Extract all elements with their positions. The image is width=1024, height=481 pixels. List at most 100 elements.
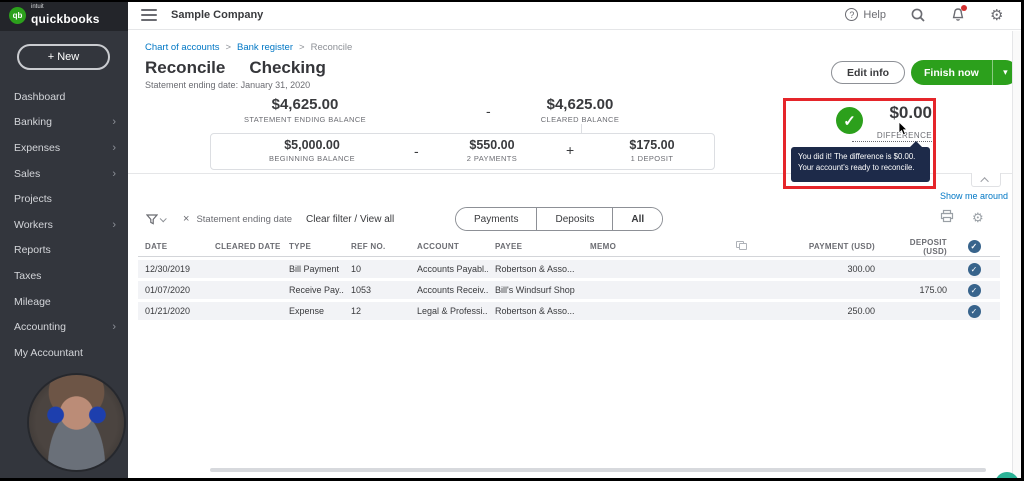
- column-header-deposit-usd[interactable]: DEPOSIT (USD): [877, 238, 949, 256]
- sidebar-item-reports[interactable]: Reports: [0, 238, 128, 264]
- horizontal-scrollbar[interactable]: [210, 468, 986, 472]
- sidebar-item-my-accountant[interactable]: My Accountant: [0, 340, 128, 366]
- sidebar-item-taxes[interactable]: Taxes: [0, 263, 128, 289]
- mouse-cursor: [898, 121, 909, 141]
- cell-account: Accounts Receiv...: [417, 285, 488, 295]
- webcam-overlay: [29, 375, 124, 470]
- tab-payments[interactable]: Payments: [456, 208, 538, 230]
- column-header-type[interactable]: TYPE: [282, 242, 344, 251]
- cleared-balance-label: CLEARED BALANCE: [540, 115, 620, 124]
- cell-ref-no: 1053: [351, 285, 372, 295]
- finish-now-split-button[interactable]: Finish now ▾: [911, 60, 1018, 85]
- hamburger-menu-icon[interactable]: [141, 8, 157, 21]
- table-settings-gear-icon[interactable]: ⚙: [972, 209, 986, 225]
- edit-info-button[interactable]: Edit info: [831, 61, 905, 84]
- table-row[interactable]: 12/30/2019 Bill Payment 10 Accounts Payabl.…: [138, 260, 1000, 278]
- notifications-bell-icon[interactable]: [950, 4, 967, 23]
- statement-ending-balance-label: STATEMENT ENDING BALANCE: [243, 115, 367, 124]
- minus-operator: -: [414, 143, 419, 159]
- brand-name: quickbooks: [31, 12, 100, 26]
- cell-ref-no: 12: [351, 306, 362, 316]
- brand-prefix: intuit: [31, 4, 44, 10]
- reconciled-check-icon[interactable]: ✓: [967, 304, 981, 318]
- new-button[interactable]: + New: [17, 44, 110, 70]
- copy-icon[interactable]: [736, 241, 747, 250]
- breadcrumb-reconcile: Reconcile: [310, 42, 353, 53]
- sidebar-item-dashboard[interactable]: Dashboard: [0, 84, 128, 110]
- sidebar-item-projects[interactable]: Projects: [0, 186, 128, 212]
- filter-funnel-icon[interactable]: [146, 213, 167, 225]
- plus-operator: +: [566, 142, 575, 158]
- help-icon: ?: [845, 8, 859, 21]
- reconciled-check-icon[interactable]: ✓: [967, 283, 981, 297]
- show-me-around-link[interactable]: Show me around: [940, 191, 1008, 201]
- cell-reconciled: ✓: [949, 262, 999, 276]
- beginning-balance-label: BEGINNING BALANCE: [269, 154, 355, 163]
- help-button[interactable]: ? Help: [845, 8, 886, 21]
- chevron-right-icon: ›: [112, 141, 116, 154]
- account-name: Checking: [249, 58, 326, 77]
- cleared-balance-amount: $4,625.00: [546, 96, 614, 113]
- sidebar-item-label: My Accountant: [14, 346, 83, 359]
- reconciled-check-icon[interactable]: ✓: [967, 262, 981, 276]
- chevron-up-icon: [980, 176, 989, 186]
- tab-deposits[interactable]: Deposits: [537, 208, 614, 230]
- transactions-table: 12/30/2019 Bill Payment 10 Accounts Payabl.…: [138, 260, 1000, 323]
- sidebar: qb intuit quickbooks + New Dashboard Bank…: [0, 0, 128, 481]
- table-row[interactable]: 01/21/2020 Expense 12 Legal & Professi... Ro…: [138, 302, 1000, 320]
- cell-reconciled: ✓: [949, 283, 999, 297]
- chevron-right-icon: ›: [112, 218, 116, 231]
- breadcrumb-bank-register[interactable]: Bank register: [237, 42, 293, 53]
- clear-filter-link[interactable]: Clear filter / View all: [306, 214, 394, 225]
- sidebar-item-banking[interactable]: Banking ›: [0, 110, 128, 136]
- quickbooks-logo[interactable]: qb intuit quickbooks: [0, 0, 128, 31]
- column-header-copy: [723, 241, 765, 252]
- collapse-summary-button[interactable]: [971, 173, 1001, 187]
- sidebar-item-accounting[interactable]: Accounting ›: [0, 314, 128, 340]
- column-header-date[interactable]: DATE: [138, 242, 208, 251]
- cell-type: Bill Payment: [289, 264, 340, 274]
- filter-bar: × Statement ending date Clear filter / V…: [138, 206, 1012, 232]
- column-header-payee[interactable]: PAYEE: [488, 242, 583, 251]
- remove-filter-icon[interactable]: ×: [183, 213, 189, 225]
- sidebar-item-label: Expenses: [14, 141, 61, 154]
- chevron-right-icon: ›: [112, 116, 116, 129]
- page-title: Reconcile: [145, 58, 226, 77]
- beginning-balance-amount: $5,000.00: [284, 138, 340, 152]
- sidebar-item-label: Workers: [14, 218, 53, 231]
- cell-deposit: 175.00: [919, 285, 947, 295]
- search-icon[interactable]: [910, 7, 926, 23]
- sidebar-item-label: Banking: [14, 116, 52, 129]
- column-header-account[interactable]: ACCOUNT: [410, 242, 488, 251]
- column-header-payment-usd[interactable]: PAYMENT (USD): [765, 242, 877, 251]
- sidebar-item-mileage[interactable]: Mileage: [0, 289, 128, 315]
- cell-reconciled: ✓: [949, 304, 999, 318]
- print-icon[interactable]: [940, 209, 954, 223]
- cell-ref-no: 10: [351, 264, 362, 274]
- filter-caret-icon: [159, 214, 167, 222]
- column-header-cleared-date[interactable]: CLEARED DATE: [208, 242, 282, 251]
- sidebar-item-sales[interactable]: Sales ›: [0, 161, 128, 187]
- sidebar-item-label: Reports: [14, 244, 51, 257]
- finish-now-button[interactable]: Finish now: [911, 60, 992, 85]
- sidebar-item-expenses[interactable]: Expenses ›: [0, 135, 128, 161]
- breadcrumb-chart-of-accounts[interactable]: Chart of accounts: [145, 42, 219, 53]
- cell-type: Receive Pay...: [289, 285, 344, 295]
- settings-gear-icon[interactable]: ⚙: [990, 7, 1006, 23]
- cell-date: 12/30/2019: [145, 264, 191, 274]
- table-row[interactable]: 01/07/2020 Receive Pay... 1053 Accounts Rec…: [138, 281, 1000, 299]
- tab-all[interactable]: All: [613, 208, 663, 230]
- sidebar-item-label: Accounting: [14, 321, 66, 334]
- chevron-right-icon: ›: [112, 167, 116, 180]
- select-all-check-icon[interactable]: ✓: [967, 240, 981, 253]
- column-header-memo[interactable]: MEMO: [583, 242, 723, 251]
- column-header-ref-no[interactable]: REF NO.: [344, 242, 410, 251]
- sidebar-item-workers[interactable]: Workers ›: [0, 212, 128, 238]
- payments-deposits-all-toggle: Payments Deposits All: [455, 207, 664, 231]
- company-name: Sample Company: [171, 8, 264, 21]
- vertical-scrollbar[interactable]: [1012, 31, 1021, 478]
- notification-badge: [961, 4, 967, 11]
- deposit-label: 1 DEPOSIT: [630, 154, 674, 163]
- cell-date: 01/07/2020: [145, 285, 191, 295]
- help-label: Help: [863, 8, 886, 21]
